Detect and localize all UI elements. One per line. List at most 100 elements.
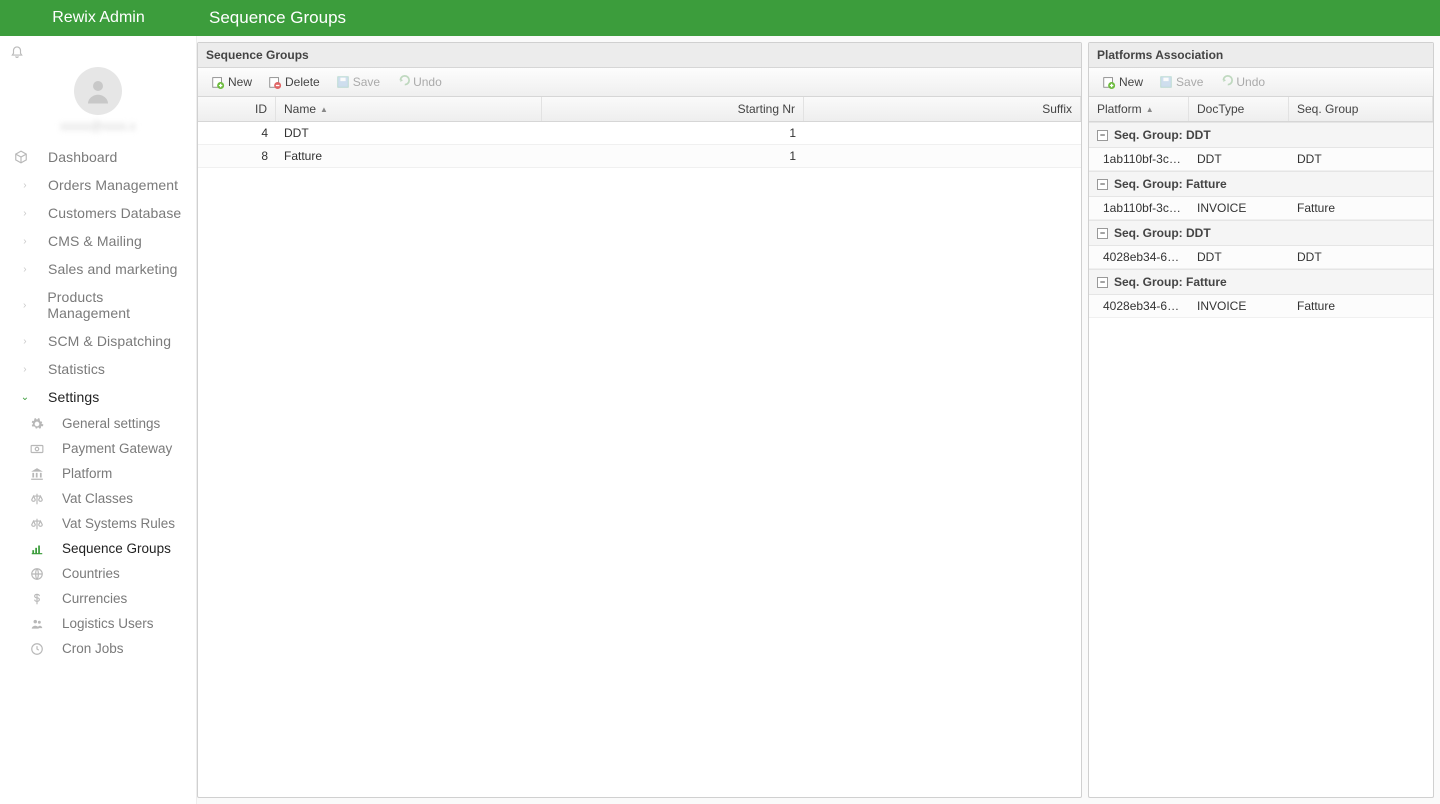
chevron-icon: › — [14, 363, 36, 375]
dollar-icon — [30, 592, 52, 606]
sidebar-item-cms-mailing[interactable]: ›CMS & Mailing — [0, 227, 196, 255]
cell-name: DDT — [276, 122, 542, 144]
col-seq-group[interactable]: Seq. Group — [1289, 97, 1433, 121]
col-doctype[interactable]: DocType — [1189, 97, 1289, 121]
collapse-icon[interactable]: − — [1097, 228, 1108, 239]
brand-title: Rewix Admin — [0, 9, 197, 27]
sidebar-subitem-label: Countries — [52, 566, 120, 581]
cell-name: Fatture — [276, 145, 542, 167]
cell-doctype: INVOICE — [1189, 295, 1289, 317]
group-header[interactable]: −Seq. Group: Fatture — [1089, 269, 1433, 295]
sidebar-item-label: SCM & Dispatching — [36, 333, 171, 349]
undo-label: Undo — [413, 75, 442, 89]
cell-starting: 1 — [542, 145, 804, 167]
sidebar-item-sales-and-marketing[interactable]: ›Sales and marketing — [0, 255, 196, 283]
avatar[interactable] — [74, 67, 122, 115]
sidebar-item-label: Orders Management — [36, 177, 178, 193]
save-button: Save — [1152, 72, 1210, 92]
collapse-icon[interactable]: − — [1097, 179, 1108, 190]
sidebar-subitem-label: Sequence Groups — [52, 541, 171, 556]
right-grid-body: −Seq. Group: DDT1ab110bf-3c6…DDTDDT−Seq.… — [1089, 122, 1433, 797]
platforms-association-panel: Platforms Association New Save Undo Plat… — [1088, 42, 1434, 798]
cell-doctype: INVOICE — [1189, 197, 1289, 219]
sidebar-subitem-logistics-users[interactable]: Logistics Users — [0, 611, 196, 636]
clock-icon — [30, 642, 52, 656]
table-row[interactable]: 4DDT1 — [198, 122, 1081, 145]
sidebar-item-statistics[interactable]: ›Statistics — [0, 355, 196, 383]
group-label: Seq. Group: DDT — [1114, 128, 1211, 142]
group-label: Seq. Group: Fatture — [1114, 177, 1227, 191]
collapse-icon[interactable]: − — [1097, 130, 1108, 141]
sidebar-subitem-label: Vat Classes — [52, 491, 133, 506]
table-row[interactable]: 4028eb34-6a…INVOICEFatture — [1089, 295, 1433, 318]
sidebar-item-scm-dispatching[interactable]: ›SCM & Dispatching — [0, 327, 196, 355]
sidebar-subitem-currencies[interactable]: Currencies — [0, 586, 196, 611]
cell-suffix — [804, 122, 1081, 144]
new-button[interactable]: New — [204, 72, 259, 92]
chevron-icon: › — [14, 235, 36, 247]
table-row[interactable]: 1ab110bf-3c6…DDTDDT — [1089, 148, 1433, 171]
chevron-icon: › — [14, 179, 36, 191]
gear-icon — [30, 417, 52, 431]
table-row[interactable]: 1ab110bf-3c6…INVOICEFatture — [1089, 197, 1433, 220]
col-name[interactable]: Name — [276, 97, 542, 121]
new-label: New — [1119, 75, 1143, 89]
left-grid-header: ID Name Starting Nr Suffix — [198, 97, 1081, 122]
table-row[interactable]: 8Fatture1 — [198, 145, 1081, 168]
sidebar-subitem-payment-gateway[interactable]: Payment Gateway — [0, 436, 196, 461]
left-toolbar: New Delete Save Undo — [198, 68, 1081, 97]
sidebar-item-products-management[interactable]: ›Products Management — [0, 283, 196, 327]
sidebar-subitem-label: Platform — [52, 466, 112, 481]
scale-icon — [30, 517, 52, 531]
page-title: Sequence Groups — [197, 8, 346, 28]
sidebar-item-orders-management[interactable]: ›Orders Management — [0, 171, 196, 199]
chevron-icon: › — [14, 207, 36, 219]
sidebar-item-settings[interactable]: ⌄Settings — [0, 383, 196, 411]
group-label: Seq. Group: Fatture — [1114, 275, 1227, 289]
cell-suffix — [804, 145, 1081, 167]
sidebar-item-customers-database[interactable]: ›Customers Database — [0, 199, 196, 227]
user-email[interactable]: xxxxx@xxxx.x — [0, 119, 196, 143]
collapse-icon[interactable]: − — [1097, 277, 1108, 288]
col-platform[interactable]: Platform — [1089, 97, 1189, 121]
right-grid-header: Platform DocType Seq. Group — [1089, 97, 1433, 122]
sidebar: xxxxx@xxxx.x Dashboard›Orders Management… — [0, 36, 197, 804]
bars-icon — [30, 542, 52, 556]
sidebar-subitem-sequence-groups[interactable]: Sequence Groups — [0, 536, 196, 561]
table-row[interactable]: 4028eb34-6a…DDTDDT — [1089, 246, 1433, 269]
bank-icon — [30, 467, 52, 481]
sidebar-item-label: Settings — [36, 389, 99, 405]
delete-button[interactable]: Delete — [261, 72, 327, 92]
globe-icon — [30, 567, 52, 581]
col-starting-nr[interactable]: Starting Nr — [542, 97, 804, 121]
cell-doctype: DDT — [1189, 246, 1289, 268]
col-suffix[interactable]: Suffix — [804, 97, 1081, 121]
group-header[interactable]: −Seq. Group: Fatture — [1089, 171, 1433, 197]
chevron-icon: ⌄ — [14, 391, 36, 403]
cell-id: 4 — [198, 122, 276, 144]
group-header[interactable]: −Seq. Group: DDT — [1089, 220, 1433, 246]
chevron-icon: › — [14, 299, 35, 311]
sidebar-item-dashboard[interactable]: Dashboard — [0, 143, 196, 171]
users-icon — [30, 617, 52, 631]
group-header[interactable]: −Seq. Group: DDT — [1089, 122, 1433, 148]
sidebar-subitem-vat-classes[interactable]: Vat Classes — [0, 486, 196, 511]
notifications-icon[interactable] — [10, 46, 24, 61]
cell-seqgroup: Fatture — [1289, 295, 1433, 317]
save-label: Save — [1176, 75, 1203, 89]
sidebar-item-label: Products Management — [35, 289, 186, 321]
sidebar-item-label: Dashboard — [36, 149, 117, 165]
scale-icon — [30, 492, 52, 506]
col-id[interactable]: ID — [198, 97, 276, 121]
save-button: Save — [329, 72, 387, 92]
sidebar-subitem-platform[interactable]: Platform — [0, 461, 196, 486]
sidebar-subitem-cron-jobs[interactable]: Cron Jobs — [0, 636, 196, 661]
sidebar-subitem-countries[interactable]: Countries — [0, 561, 196, 586]
sidebar-subitem-label: Currencies — [52, 591, 127, 606]
right-toolbar: New Save Undo — [1089, 68, 1433, 97]
cell-platform: 1ab110bf-3c6… — [1089, 197, 1189, 219]
sidebar-subitem-general-settings[interactable]: General settings — [0, 411, 196, 436]
sidebar-subitem-label: Vat Systems Rules — [52, 516, 175, 531]
sidebar-subitem-vat-systems-rules[interactable]: Vat Systems Rules — [0, 511, 196, 536]
new-button[interactable]: New — [1095, 72, 1150, 92]
